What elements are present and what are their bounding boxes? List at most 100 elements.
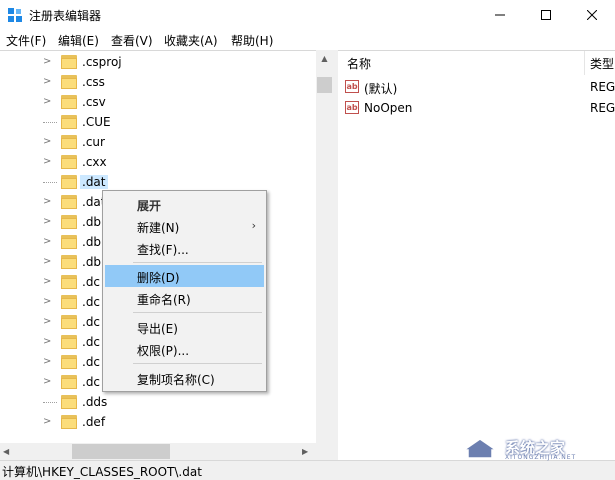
tree-item[interactable]: > .css bbox=[0, 72, 316, 92]
minimize-button[interactable] bbox=[477, 0, 523, 30]
folder-icon bbox=[61, 255, 77, 269]
folder-icon bbox=[61, 135, 77, 149]
menu-file[interactable]: 文件(F) bbox=[6, 32, 46, 49]
folder-icon bbox=[61, 175, 77, 189]
tree-item-label: .db bbox=[82, 235, 102, 249]
tree-item[interactable]: .CUE bbox=[0, 112, 316, 132]
chevron-right-icon[interactable]: > bbox=[43, 216, 53, 228]
tree-item-label: .def bbox=[82, 415, 106, 429]
chevron-right-icon: › bbox=[251, 219, 256, 232]
tree-item-label: .css bbox=[82, 75, 105, 89]
maximize-button[interactable] bbox=[523, 0, 569, 30]
tree-item-label: .csv bbox=[82, 95, 106, 109]
chevron-right-icon[interactable]: > bbox=[43, 96, 53, 108]
tree-item[interactable]: > .csproj bbox=[0, 52, 316, 72]
chevron-right-icon[interactable]: > bbox=[43, 196, 53, 208]
scroll-left-icon[interactable]: ◀ bbox=[3, 443, 17, 460]
chevron-right-icon[interactable]: > bbox=[43, 136, 53, 148]
string-value-icon: ab bbox=[345, 101, 359, 114]
context-menu-export[interactable]: 导出(E) bbox=[105, 316, 264, 338]
value-name: (默认) bbox=[364, 82, 398, 96]
chevron-right-icon[interactable]: > bbox=[43, 416, 53, 428]
value-row[interactable]: ab (默认) REG bbox=[338, 77, 615, 97]
chevron-right-icon[interactable]: > bbox=[43, 356, 53, 368]
scrollbar-corner bbox=[316, 443, 333, 460]
tree-horizontal-scrollbar[interactable]: ◀ ▶ bbox=[0, 443, 316, 460]
column-header-name[interactable]: 名称 bbox=[347, 55, 371, 72]
tree-vertical-scrollbar[interactable]: ▲ bbox=[316, 50, 333, 444]
close-button[interactable] bbox=[569, 0, 615, 30]
context-menu-delete[interactable]: 删除(D) bbox=[105, 265, 264, 287]
tree-item-label: .dc bbox=[82, 335, 101, 349]
menu-bar: 文件(F) 编辑(E) 查看(V) 收藏夹(A) 帮助(H) bbox=[0, 30, 615, 50]
window-title: 注册表编辑器 bbox=[29, 9, 102, 23]
menu-favorites[interactable]: 收藏夹(A) bbox=[164, 32, 218, 49]
tree-item[interactable]: > .cxx bbox=[0, 152, 316, 172]
string-value-icon: ab bbox=[345, 80, 359, 93]
folder-icon bbox=[61, 235, 77, 249]
tree-item[interactable]: > .csv bbox=[0, 92, 316, 112]
tree-item-label: .db bbox=[82, 255, 102, 269]
menu-separator bbox=[133, 312, 262, 313]
tree-item[interactable]: > .cur bbox=[0, 132, 316, 152]
menu-item-label: 权限(P)... bbox=[137, 344, 190, 358]
menu-item-label: 新建(N) bbox=[137, 221, 180, 235]
folder-icon bbox=[61, 295, 77, 309]
menu-edit[interactable]: 编辑(E) bbox=[58, 32, 99, 49]
folder-icon bbox=[61, 55, 77, 69]
status-path: 计算机\HKEY_CLASSES_ROOT\.dat bbox=[2, 465, 202, 479]
menu-item-label: 展开 bbox=[137, 199, 162, 213]
scroll-up-icon[interactable]: ▲ bbox=[316, 50, 333, 67]
minimize-icon bbox=[495, 14, 505, 16]
value-name: NoOpen bbox=[364, 101, 413, 115]
tree-item-label: .cur bbox=[82, 135, 105, 149]
context-menu-find[interactable]: 查找(F)... bbox=[105, 237, 264, 259]
chevron-right-icon[interactable]: > bbox=[43, 336, 53, 348]
folder-icon bbox=[61, 115, 77, 129]
scroll-thumb[interactable] bbox=[317, 77, 332, 93]
chevron-right-icon[interactable]: > bbox=[43, 296, 53, 308]
context-menu-rename[interactable]: 重命名(R) bbox=[105, 287, 264, 309]
context-menu-permissions[interactable]: 权限(P)... bbox=[105, 338, 264, 360]
title-bar[interactable]: 注册表编辑器 bbox=[0, 0, 615, 30]
tree-item-label: .CUE bbox=[82, 115, 111, 129]
chevron-right-icon[interactable]: > bbox=[43, 276, 53, 288]
menu-view[interactable]: 查看(V) bbox=[111, 32, 153, 49]
regedit-app-icon bbox=[7, 7, 23, 23]
column-divider[interactable] bbox=[584, 51, 585, 75]
chevron-right-icon[interactable]: > bbox=[43, 236, 53, 248]
folder-icon bbox=[61, 375, 77, 389]
chevron-right-icon[interactable]: > bbox=[43, 156, 53, 168]
folder-icon bbox=[61, 395, 77, 409]
tree-item-label: .dat bbox=[80, 175, 108, 189]
tree-item[interactable]: > .def bbox=[0, 412, 316, 432]
value-type: REG bbox=[590, 80, 615, 94]
folder-icon bbox=[61, 75, 77, 89]
tree-line bbox=[43, 122, 57, 123]
value-row[interactable]: ab NoOpen REG bbox=[338, 98, 615, 118]
folder-icon bbox=[61, 275, 77, 289]
tree-item[interactable]: .dds bbox=[0, 392, 316, 412]
context-menu: 展开 新建(N) › 查找(F)... 删除(D) 重命名(R) 导出(E) 权… bbox=[102, 190, 267, 392]
menu-item-label: 删除(D) bbox=[137, 271, 180, 285]
tree-line bbox=[43, 402, 57, 403]
chevron-right-icon[interactable]: > bbox=[43, 316, 53, 328]
values-list-pane[interactable]: 名称 类型 ab (默认) REG ab NoOpen REG bbox=[338, 50, 615, 461]
context-menu-expand[interactable]: 展开 bbox=[105, 193, 264, 215]
chevron-right-icon[interactable]: > bbox=[43, 256, 53, 268]
tree-item-label: .dc bbox=[82, 295, 101, 309]
tree-item[interactable]: .dat bbox=[0, 172, 316, 192]
folder-icon bbox=[61, 95, 77, 109]
chevron-right-icon[interactable]: > bbox=[43, 376, 53, 388]
chevron-right-icon[interactable]: > bbox=[43, 76, 53, 88]
tree-item-label: .dc bbox=[82, 275, 101, 289]
tree-item-label: .dc bbox=[82, 375, 101, 389]
context-menu-new[interactable]: 新建(N) › bbox=[105, 215, 264, 237]
menu-help[interactable]: 帮助(H) bbox=[231, 32, 273, 49]
column-header-type[interactable]: 类型 bbox=[590, 55, 614, 72]
context-menu-copy-key-name[interactable]: 复制项名称(C) bbox=[105, 367, 264, 389]
tree-item-label: .cxx bbox=[82, 155, 107, 169]
scroll-thumb[interactable] bbox=[72, 444, 170, 459]
scroll-right-icon[interactable]: ▶ bbox=[302, 443, 316, 460]
chevron-right-icon[interactable]: > bbox=[43, 56, 53, 68]
